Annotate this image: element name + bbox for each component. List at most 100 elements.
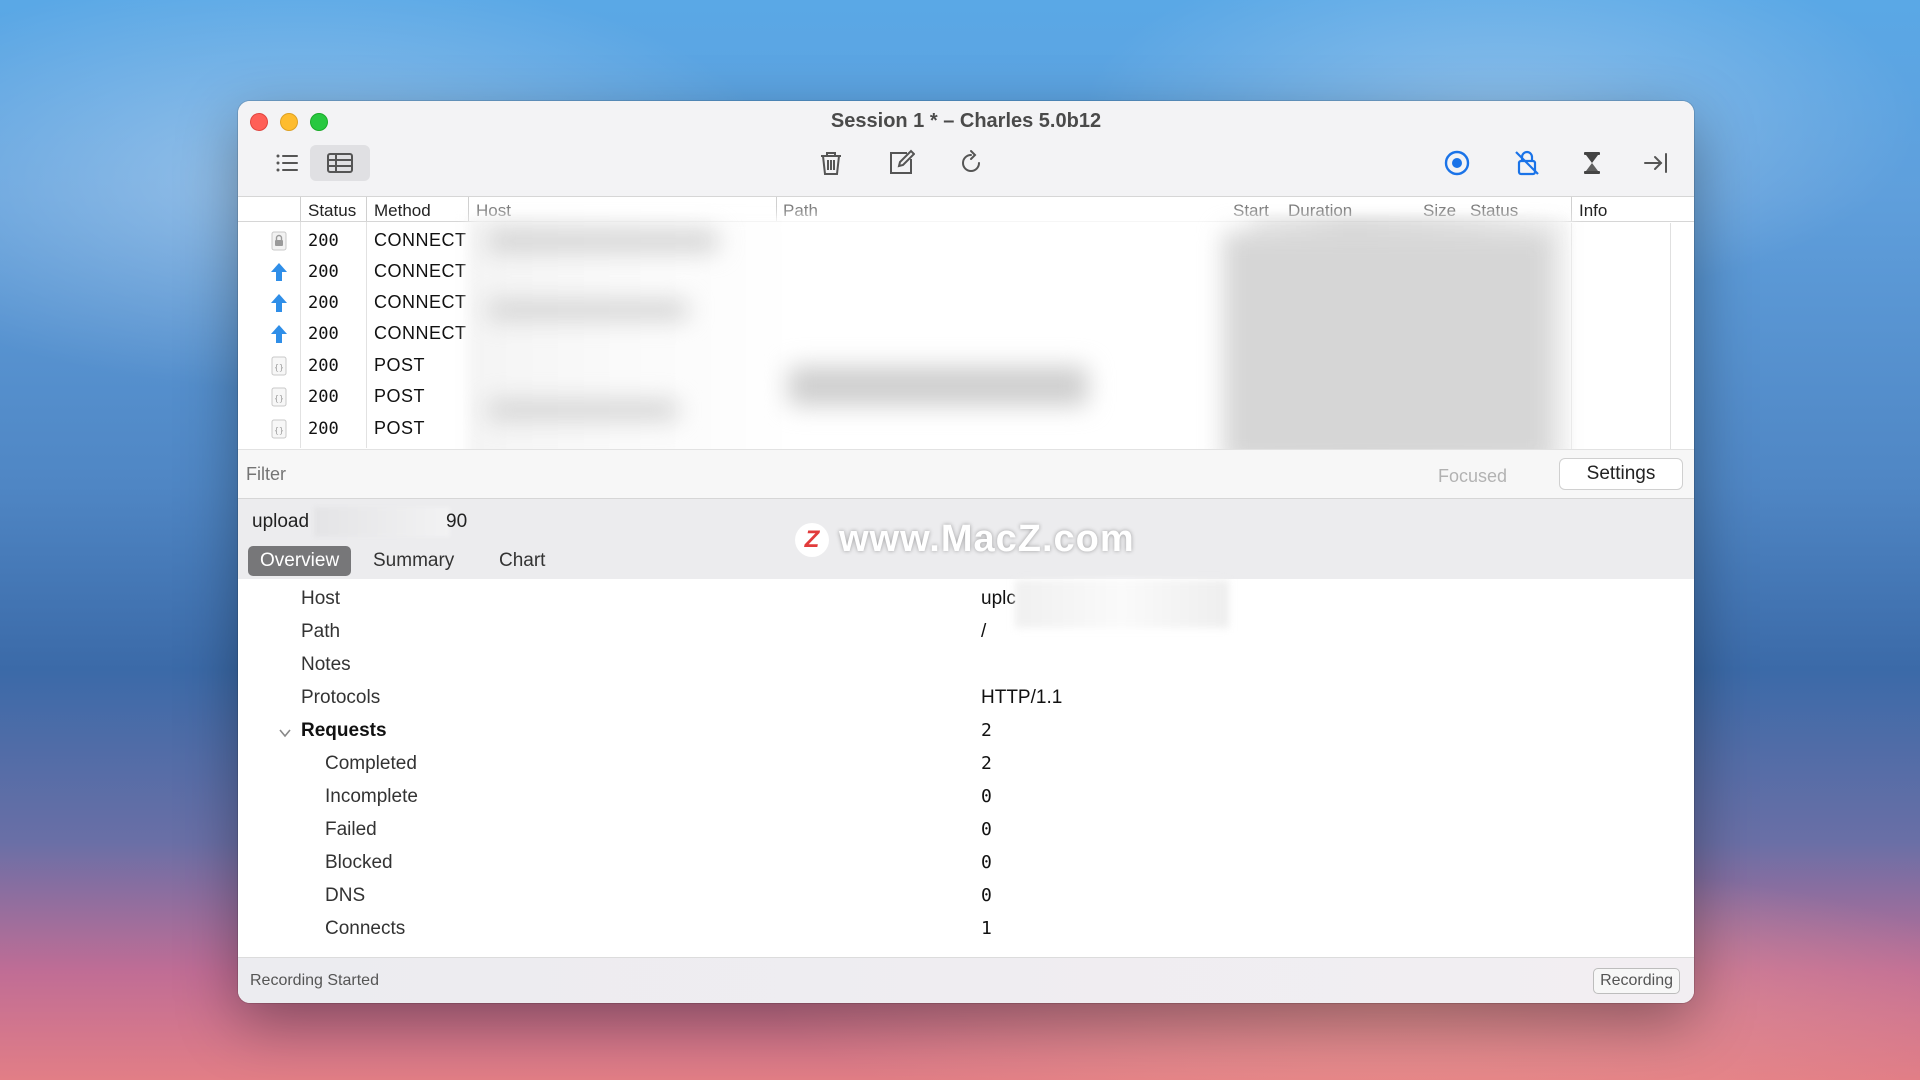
property-value: 2	[981, 720, 992, 741]
property-value: /	[981, 621, 987, 642]
table-row[interactable]: 200 CONNECT	[238, 256, 468, 287]
table-view-button[interactable]	[310, 145, 370, 181]
row-status: 200	[308, 293, 339, 313]
property-value: 1	[981, 918, 992, 939]
property-key: Blocked	[325, 852, 393, 873]
row-method: POST	[374, 386, 426, 406]
row-method: CONNECT	[374, 323, 467, 343]
row-method: POST	[374, 355, 426, 375]
clear-session-button[interactable]	[810, 145, 852, 181]
record-icon	[1444, 150, 1470, 176]
property-key: DNS	[325, 885, 366, 906]
property-row[interactable]: Notes	[238, 650, 1694, 683]
upload-arrow-icon	[270, 293, 288, 313]
property-row[interactable]: Completed 2	[238, 749, 1694, 782]
focused-checkbox-label[interactable]: Focused	[1438, 466, 1507, 487]
table-row[interactable]: {} 200 POST	[238, 381, 468, 412]
redacted-title	[314, 507, 450, 537]
redacted-timing	[1223, 231, 1553, 466]
column-header-info[interactable]: Info	[1579, 201, 1607, 221]
status-bar: Recording Started Recording	[238, 957, 1694, 1003]
redacted-path	[788, 366, 1088, 406]
property-key: Requests	[301, 720, 387, 741]
chevron-down-icon[interactable]	[278, 726, 292, 740]
row-method: CONNECT	[374, 292, 467, 312]
property-value: 0	[981, 852, 992, 873]
property-key: Completed	[325, 753, 417, 774]
throttle-icon	[1584, 152, 1600, 174]
redacted-host	[488, 301, 688, 319]
row-status: 200	[308, 324, 339, 344]
property-key: Notes	[301, 654, 351, 675]
property-key: Protocols	[301, 687, 381, 708]
ssl-proxy-icon	[1515, 150, 1539, 176]
table-row[interactable]: {} 200 POST	[238, 350, 468, 381]
svg-text:{}: {}	[274, 394, 284, 403]
row-status: 200	[308, 262, 339, 282]
svg-text:{}: {}	[274, 363, 284, 372]
trash-icon	[821, 152, 841, 175]
watermark-logo: Z	[795, 522, 829, 557]
property-value: 2	[981, 753, 992, 774]
property-row[interactable]: Blocked 0	[238, 848, 1694, 881]
property-value: uplc	[981, 588, 1016, 609]
column-header-method[interactable]: Method	[374, 201, 431, 221]
property-row-requests[interactable]: Requests 2	[238, 716, 1694, 749]
property-value: 0	[981, 885, 992, 906]
watermark: Z www.MacZ.com	[795, 518, 1135, 561]
overview-panel: Host uplc Path / Notes Protocols HTTP/1.…	[238, 579, 1694, 957]
expand-button[interactable]	[1635, 145, 1677, 181]
row-status: 200	[308, 231, 339, 251]
edit-icon	[890, 149, 915, 174]
table-row[interactable]: 200 CONNECT	[238, 318, 468, 349]
column-header-status[interactable]: Status	[308, 201, 356, 221]
property-row[interactable]: DNS 0	[238, 881, 1694, 914]
throttle-button[interactable]	[1571, 145, 1613, 181]
table-row[interactable]: 200 CONNECT	[238, 287, 468, 318]
column-separator	[1571, 197, 1572, 221]
detail-title-suffix: 90	[446, 511, 468, 532]
property-key: Host	[301, 588, 341, 609]
property-key: Failed	[325, 819, 377, 840]
titlebar: Session 1 * – Charles 5.0b12	[238, 101, 1694, 197]
lock-icon	[270, 231, 288, 251]
record-button[interactable]	[1436, 145, 1478, 181]
column-separator	[366, 197, 367, 221]
property-row[interactable]: Protocols HTTP/1.1	[238, 683, 1694, 716]
property-row[interactable]: Failed 0	[238, 815, 1694, 848]
tab-summary[interactable]: Summary	[361, 546, 466, 576]
row-status: 200	[308, 419, 339, 439]
list-view-button[interactable]	[266, 145, 308, 181]
redacted-host	[488, 231, 718, 251]
window-title: Session 1 * – Charles 5.0b12	[830, 110, 1102, 132]
json-doc-icon: {}	[270, 387, 288, 407]
svg-text:{}: {}	[274, 426, 284, 435]
tab-chart[interactable]: Chart	[487, 546, 557, 576]
property-value: 0	[981, 819, 992, 840]
property-value: 0	[981, 786, 992, 807]
tab-overview[interactable]: Overview	[248, 546, 352, 576]
property-row[interactable]: Connects 1	[238, 914, 1694, 947]
property-row[interactable]: Host uplc	[238, 580, 1694, 628]
property-row[interactable]: Incomplete 0	[238, 782, 1694, 815]
filter-bar: Focused Settings	[238, 449, 1694, 499]
upload-arrow-icon	[270, 324, 288, 344]
property-row[interactable]: Path /	[238, 617, 1694, 650]
row-status: 200	[308, 356, 339, 376]
property-key: Incomplete	[325, 786, 418, 807]
info-column	[1571, 223, 1671, 449]
refresh-icon	[962, 150, 980, 172]
recording-button[interactable]: Recording	[1593, 968, 1680, 994]
ssl-proxying-button[interactable]	[1506, 145, 1548, 181]
table-view-icon	[327, 153, 353, 173]
list-view-icon	[276, 154, 298, 172]
repeat-button[interactable]	[950, 145, 992, 181]
edit-button[interactable]	[880, 145, 922, 181]
status-text: Recording Started	[250, 972, 379, 989]
filter-input[interactable]	[246, 464, 846, 485]
table-row[interactable]: 200 CONNECT	[238, 225, 468, 256]
expand-right-icon	[1644, 153, 1667, 173]
table-row[interactable]: {} 200 POST	[238, 413, 468, 444]
redacted-host	[488, 401, 678, 419]
settings-button[interactable]: Settings	[1559, 458, 1683, 490]
